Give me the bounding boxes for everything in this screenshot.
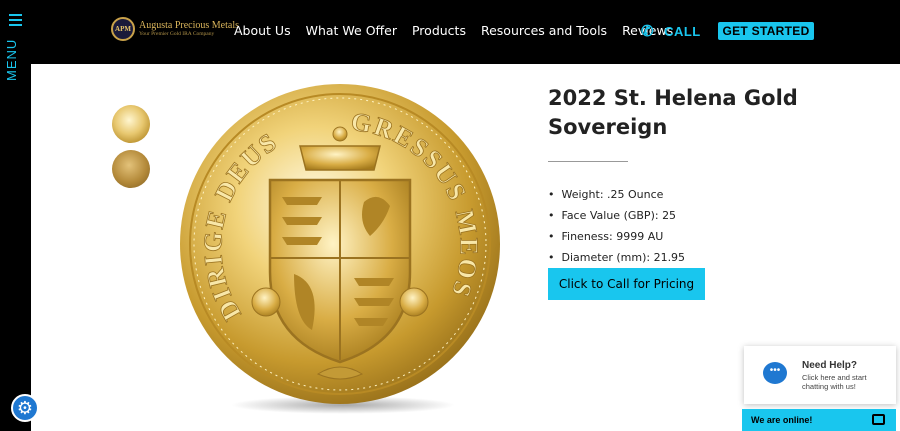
logo[interactable]: APM Augusta Precious Metals Your Premier… <box>111 17 239 41</box>
logo-name: Augusta Precious Metals <box>139 20 239 31</box>
hamburger-icon[interactable] <box>9 14 22 29</box>
chat-online-bar[interactable]: We are online! <box>742 409 896 431</box>
get-started-button[interactable]: GET STARTED <box>718 22 814 40</box>
call-label: CALL <box>664 23 701 39</box>
thumbnail-coin-reverse[interactable] <box>112 105 150 143</box>
nav-what-we-offer[interactable]: What We Offer <box>306 23 397 38</box>
spec-weight: Weight: .25 Ounce <box>548 188 685 201</box>
title-divider <box>548 161 628 162</box>
spec-fineness: Fineness: 9999 AU <box>548 230 685 243</box>
nav-products[interactable]: Products <box>412 23 466 38</box>
nav-about-us[interactable]: About Us <box>234 23 291 38</box>
main-nav: About Us What We Offer Products Resource… <box>234 23 688 38</box>
phone-icon: ✆ <box>641 23 655 40</box>
online-label: We are online! <box>751 415 813 425</box>
chat-help-popup[interactable]: ••• Need Help? Click here and start chat… <box>744 346 896 404</box>
spec-face-value: Face Value (GBP): 25 <box>548 209 685 222</box>
chat-bubble-icon: ••• <box>763 362 787 384</box>
help-title: Need Help? <box>802 360 858 371</box>
sidebar: MENU <box>0 0 31 431</box>
call-link[interactable]: ✆ CALL <box>641 22 701 40</box>
gold-sovereign-coin-icon: DIRIGE DEUS GRESSUS MEOS <box>180 84 500 404</box>
thumbnail-coin-obverse[interactable] <box>112 150 150 188</box>
call-for-pricing-button[interactable]: Click to Call for Pricing <box>548 268 705 300</box>
top-navbar: APM Augusta Precious Metals Your Premier… <box>31 0 900 64</box>
product-thumbnails <box>112 105 150 195</box>
menu-label[interactable]: MENU <box>4 38 28 82</box>
product-specs: Weight: .25 Ounce Face Value (GBP): 25 F… <box>548 188 686 272</box>
accessibility-icon[interactable]: ⚙ <box>11 394 39 422</box>
logo-tagline: Your Premier Gold IRA Company <box>139 31 215 37</box>
nav-resources-and-tools[interactable]: Resources and Tools <box>481 23 607 38</box>
logo-seal-icon: APM <box>111 17 135 41</box>
product-title: 2022 St. Helena Gold Sovereign <box>548 86 798 139</box>
chat-icon <box>872 414 885 425</box>
coin-image: DIRIGE DEUS GRESSUS MEOS <box>178 82 502 406</box>
spec-diameter: Diameter (mm): 21.95 <box>548 251 686 264</box>
help-subtitle: Click here and start chatting with us! <box>802 373 867 391</box>
